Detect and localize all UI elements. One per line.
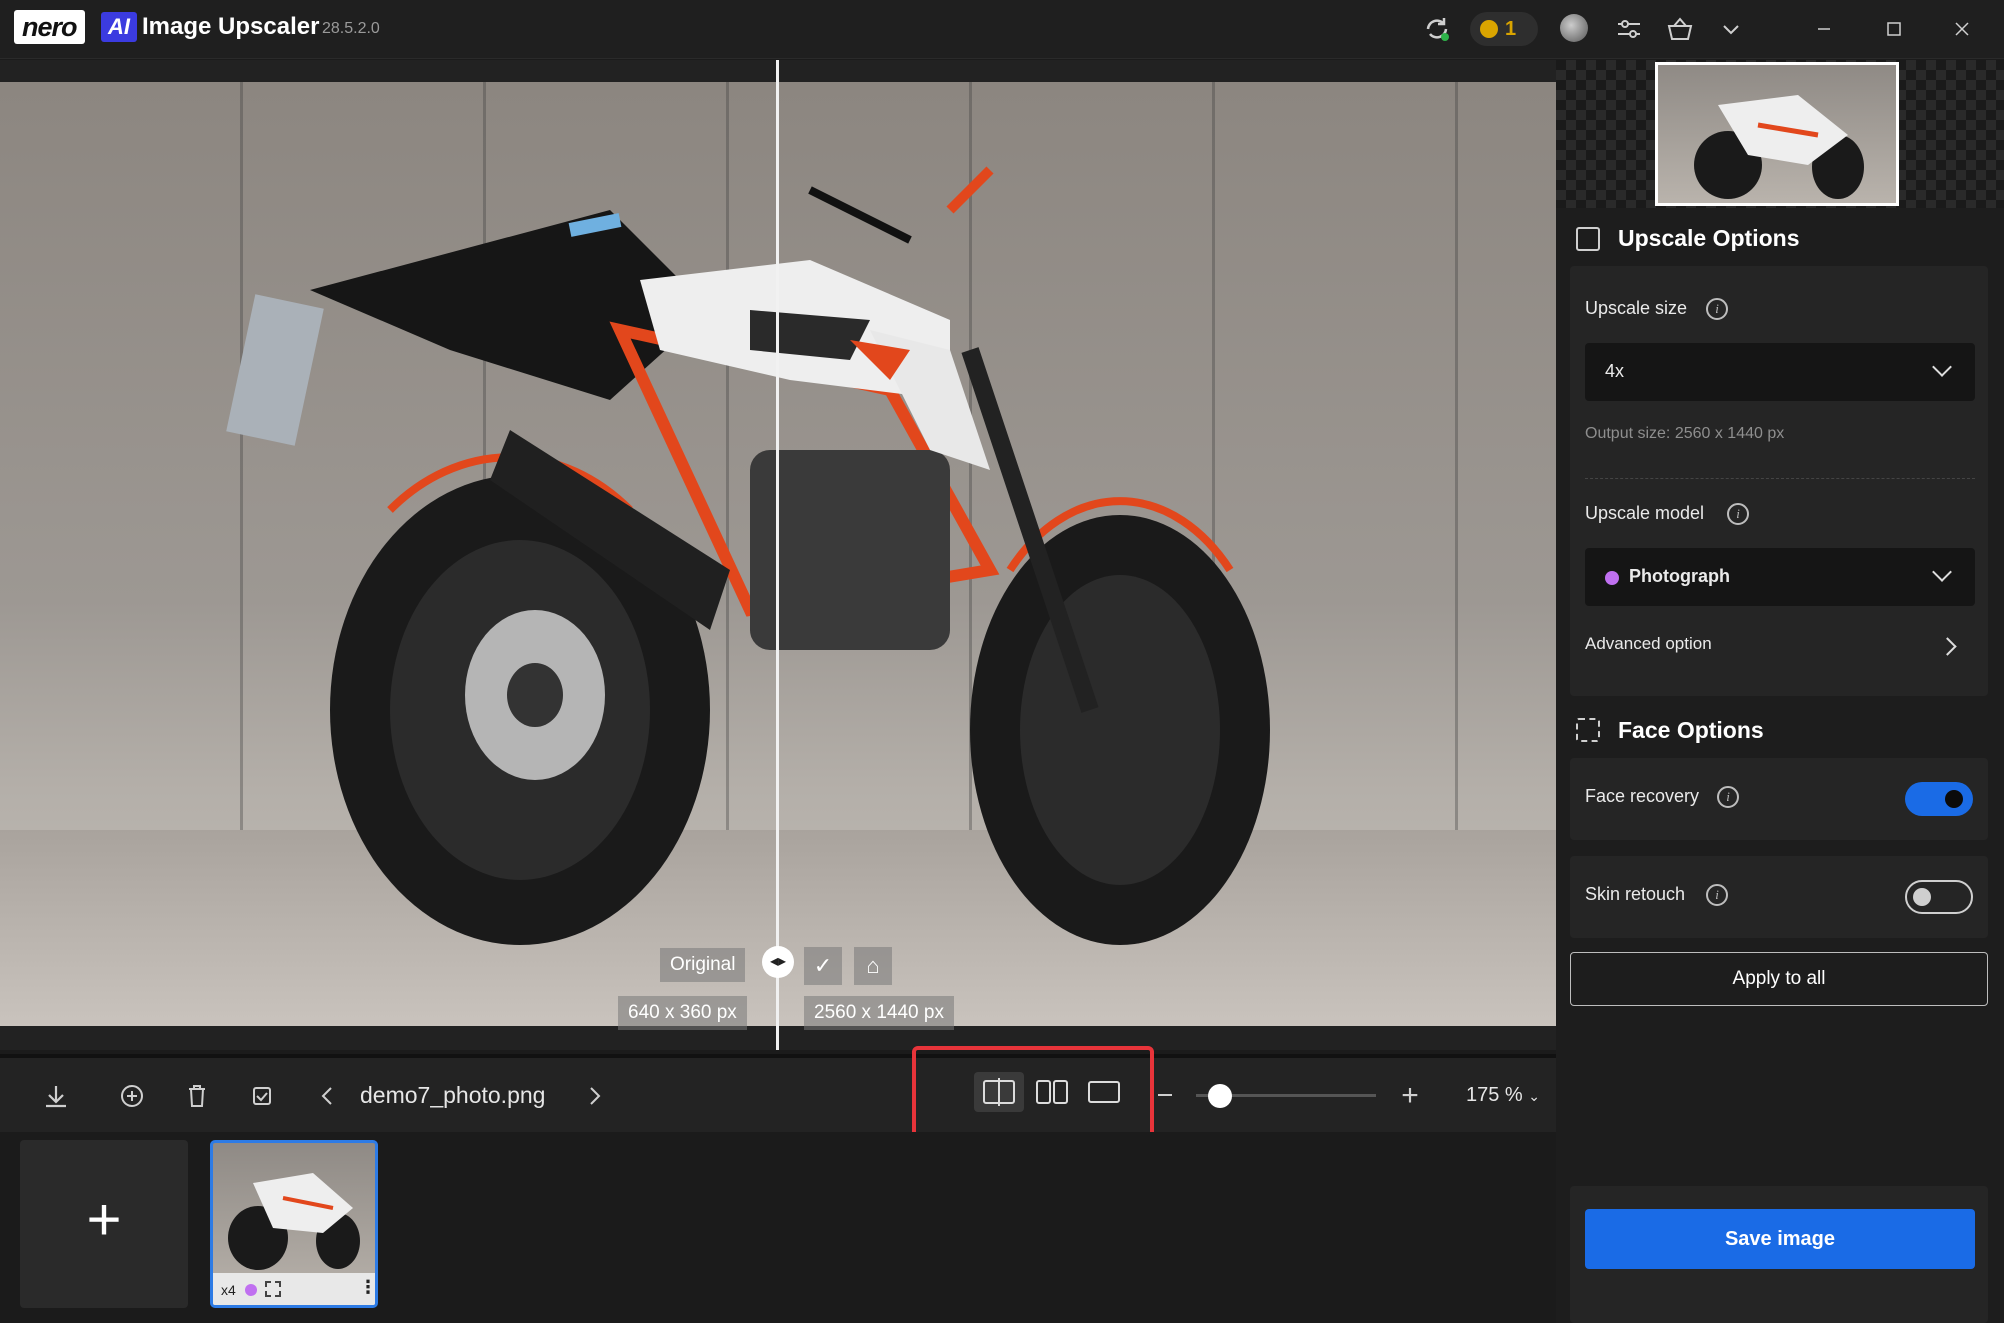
upscale-size-info-icon[interactable]: i [1706,298,1728,320]
zoom-slider-knob[interactable] [1208,1084,1232,1108]
app-title: Image Upscaler [142,13,320,40]
face-options-title: Face Options [1618,717,1764,743]
add-image-button[interactable]: + [20,1140,188,1308]
face-recovery-toggle[interactable] [1905,782,1973,816]
minimize-icon[interactable] [1809,14,1839,44]
avatar[interactable] [1560,14,1588,42]
upscaled-size-label: 2560 x 1440 px [804,996,954,1030]
side-by-side-view-button[interactable] [1027,1072,1077,1112]
skin-retouch-label: Skin retouch [1585,884,1686,904]
basket-icon[interactable] [1665,14,1695,44]
compare-divider[interactable] [776,60,779,1050]
image-canvas[interactable]: Original ◂▸ ✓ ⌂ 640 x 360 px 2560 x 1440… [0,60,1556,1050]
save-image-button[interactable]: Save image [1585,1209,1975,1269]
zoom-in-icon[interactable]: + [1390,1076,1430,1116]
more-icon[interactable]: ⋮ [359,1277,375,1298]
nero-logo: nero [14,10,85,44]
advanced-option-row[interactable]: Advanced option [1585,632,1975,662]
original-label: Original [660,948,746,982]
skin-retouch-info-icon[interactable]: i [1706,884,1728,906]
coin-count: 1 [1505,18,1517,40]
image-thumbnail[interactable]: x4 ⋮ [210,1140,378,1308]
import-icon[interactable] [36,1076,76,1116]
compare-toggle-icon[interactable]: ⌂ [854,947,892,985]
upscale-model-info-icon[interactable]: i [1727,503,1749,525]
chevron-down-icon [1932,562,1952,582]
coin-counter[interactable]: 1 [1470,12,1538,46]
select-all-icon[interactable] [242,1076,282,1116]
add-circle-icon[interactable] [112,1076,152,1116]
skin-retouch-card: Skin retouch i [1570,856,1988,938]
maximize-icon[interactable] [1879,14,1909,44]
face-recovery-info-icon[interactable]: i [1717,786,1739,808]
divider [1585,478,1975,479]
single-view-button[interactable] [1079,1072,1129,1112]
upscale-size-value: 4x [1605,361,1625,381]
chevron-down-icon: ⌄ [1528,1088,1541,1104]
chevron-down-icon[interactable] [1716,14,1746,44]
upscale-options-title: Upscale Options [1618,225,1800,251]
face-icon [265,1281,281,1297]
coin-icon [1480,20,1498,38]
model-color-dot [245,1284,257,1296]
chevron-down-icon [1932,357,1952,377]
toggle-knob [1913,888,1931,906]
upscale-size-dropdown[interactable]: 4x [1585,343,1975,401]
upscale-model-value: Photograph [1629,566,1730,586]
face-recovery-label: Face recovery [1585,786,1700,806]
filename: demo7_photo.png [360,1082,546,1108]
face-options-icon [1576,718,1600,742]
navigator-thumbnail[interactable] [1655,62,1899,206]
upscale-options-icon [1576,227,1600,251]
trash-icon[interactable] [177,1076,217,1116]
toggle-knob [1945,790,1963,808]
check-icon[interactable]: ✓ [804,947,842,985]
ai-logo: AI [101,12,137,42]
app-version: 28.5.2.0 [322,20,380,37]
sync-icon[interactable] [1422,14,1452,44]
skin-retouch-toggle[interactable] [1905,880,1973,914]
settings-sliders-icon[interactable] [1614,14,1644,44]
face-recovery-card: Face recovery i [1570,758,1988,840]
upscale-size-label: Upscale size [1585,298,1688,318]
apply-to-all-button[interactable]: Apply to all [1570,952,1988,1006]
original-size-label: 640 x 360 px [618,996,747,1030]
upscale-model-label: Upscale model [1585,503,1705,523]
thumbnail-scale: x4 [221,1282,236,1298]
thumbnail-info-bar: x4 ⋮ [213,1273,375,1305]
divider-handle-icon[interactable]: ◂▸ [762,946,794,978]
chevron-right-icon [1938,637,1957,656]
upscale-model-dropdown[interactable]: Photograph [1585,548,1975,606]
zoom-level[interactable]: 175 % ⌄ [1466,1084,1540,1107]
split-view-button[interactable] [974,1072,1024,1112]
previous-icon[interactable] [308,1076,348,1116]
close-icon[interactable] [1947,14,1977,44]
zoom-out-icon[interactable] [1158,1094,1172,1096]
next-icon[interactable] [574,1076,614,1116]
zoom-value: 175 % [1466,1084,1523,1106]
motorcycle-illustration [226,166,1270,945]
output-size-text: Output size: 2560 x 1440 px [1585,425,1785,442]
model-color-dot [1605,571,1619,585]
advanced-option-label: Advanced option [1585,634,1712,653]
